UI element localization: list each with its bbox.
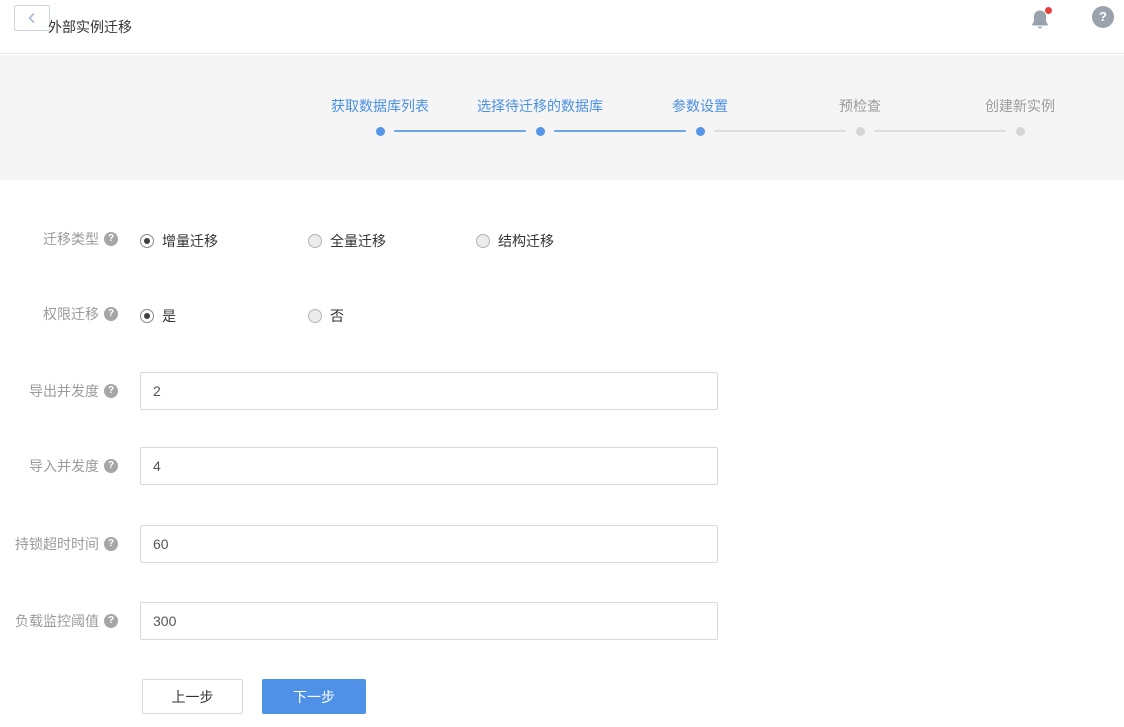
radio-icon: [476, 234, 490, 248]
page-title: 外部实例迁移: [48, 19, 132, 35]
radio-privilege-no[interactable]: 否: [308, 306, 344, 326]
help-circle-icon[interactable]: ?: [1092, 6, 1114, 28]
import-concurrency-label: 导入并发度 ?: [0, 456, 118, 476]
radio-label: 增量迁移: [162, 233, 218, 249]
notification-badge: [1045, 7, 1052, 14]
previous-step-button[interactable]: 上一步: [142, 679, 243, 714]
stepper: 获取数据库列表 选择待迁移的数据库 参数设置 预检查 创建新实例: [0, 55, 1124, 180]
radio-label: 是: [162, 308, 176, 324]
export-concurrency-input[interactable]: [140, 372, 718, 410]
help-icon[interactable]: ?: [104, 459, 118, 473]
radio-icon: [140, 234, 154, 248]
load-threshold-input[interactable]: [140, 602, 718, 640]
radio-label: 结构迁移: [498, 233, 554, 249]
chevron-left-icon: [26, 12, 38, 24]
export-concurrency-label: 导出并发度 ?: [0, 381, 118, 401]
radio-privilege-yes[interactable]: 是: [140, 306, 176, 326]
step-connector-2-3: [554, 130, 686, 132]
load-threshold-label: 负载监控阈值 ?: [0, 611, 118, 631]
help-icon[interactable]: ?: [104, 537, 118, 551]
external-instance-migration-page: 外部实例迁移 ? 获取数据库列表 选择待迁移的数据库 参数设置 预检查 创建新实…: [0, 0, 1124, 727]
help-icon[interactable]: ?: [104, 232, 118, 246]
radio-label: 否: [330, 308, 344, 324]
radio-incremental-migration[interactable]: 增量迁移: [140, 231, 218, 251]
radio-icon: [140, 309, 154, 323]
step-label-precheck: 预检查: [839, 98, 881, 114]
step-dot-4: [856, 127, 865, 136]
step-label-parameter-settings: 参数设置: [672, 98, 728, 114]
header-bar: 外部实例迁移 ?: [0, 0, 1124, 54]
step-connector-4-5: [874, 130, 1006, 132]
step-connector-1-2: [394, 130, 526, 132]
help-icon[interactable]: ?: [104, 614, 118, 628]
step-label-create-instance: 创建新实例: [985, 98, 1055, 114]
radio-icon: [308, 234, 322, 248]
step-dot-5: [1016, 127, 1025, 136]
radio-label: 全量迁移: [330, 233, 386, 249]
lock-timeout-label: 持锁超时时间 ?: [0, 534, 118, 554]
step-dot-1: [376, 127, 385, 136]
notification-bell-icon[interactable]: [1026, 6, 1054, 34]
back-button[interactable]: [14, 5, 50, 31]
import-concurrency-input[interactable]: [140, 447, 718, 485]
radio-icon: [308, 309, 322, 323]
step-label-get-db-list: 获取数据库列表: [331, 98, 429, 114]
radio-full-migration[interactable]: 全量迁移: [308, 231, 386, 251]
help-icon[interactable]: ?: [104, 307, 118, 321]
step-label-select-db: 选择待迁移的数据库: [477, 98, 603, 114]
migration-type-label: 迁移类型 ?: [0, 229, 118, 249]
radio-structure-migration[interactable]: 结构迁移: [476, 231, 554, 251]
step-dot-2: [536, 127, 545, 136]
lock-timeout-input[interactable]: [140, 525, 718, 563]
next-step-button[interactable]: 下一步: [262, 679, 366, 714]
step-connector-3-4: [714, 130, 846, 132]
privilege-migration-label: 权限迁移 ?: [0, 304, 118, 324]
step-dot-3: [696, 127, 705, 136]
help-icon[interactable]: ?: [104, 384, 118, 398]
